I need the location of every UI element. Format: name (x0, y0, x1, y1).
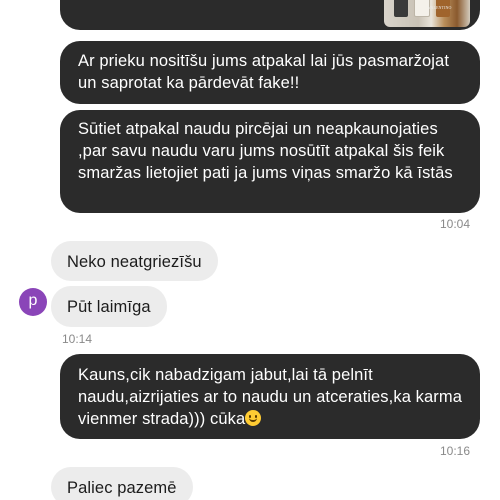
message-bubble-outgoing[interactable]: Kauns,cik nabadzigam jabut,lai tā pelnīt… (60, 354, 480, 439)
message-bubble-incoming[interactable]: Pūt laimīga (51, 286, 167, 327)
contact-avatar[interactable]: p (19, 288, 47, 316)
bottle-label: VALENTINO (428, 5, 452, 10)
message-text: Pūt laimīga (67, 298, 151, 316)
message-bubble-outgoing[interactable]: VALENTINO (60, 0, 480, 30)
message-timestamp: 10:14 (62, 332, 93, 346)
message-text: Neko neatgriezīšu (67, 253, 202, 271)
attached-photo[interactable]: VALENTINO (384, 0, 470, 27)
message-text: Kauns,cik nabadzigam jabut,lai tā pelnīt… (78, 366, 462, 428)
message-bubble-outgoing[interactable]: Sūtiet atpakal naudu pircējai un neapkau… (60, 110, 480, 213)
message-text: Paliec pazemē (67, 479, 177, 497)
message-bubble-outgoing[interactable]: Ar prieku nositīšu jums atpakal lai jūs … (60, 41, 480, 104)
perfume-bottle (394, 0, 408, 17)
message-bubble-incoming[interactable]: Paliec pazemē (51, 467, 193, 500)
message-text: Sūtiet atpakal naudu pircējai un neapkau… (78, 120, 453, 182)
message-timestamp: 10:04 (439, 217, 470, 231)
message-bubble-incoming[interactable]: Neko neatgriezīšu (51, 241, 218, 281)
message-text: Ar prieku nositīšu jums atpakal lai jūs … (78, 52, 450, 92)
smiling-face-emoji-icon (245, 410, 262, 426)
message-timestamp: 10:16 (439, 444, 470, 458)
chat-thread: VALENTINO Ar prieku nositīšu jums atpaka… (0, 0, 500, 500)
